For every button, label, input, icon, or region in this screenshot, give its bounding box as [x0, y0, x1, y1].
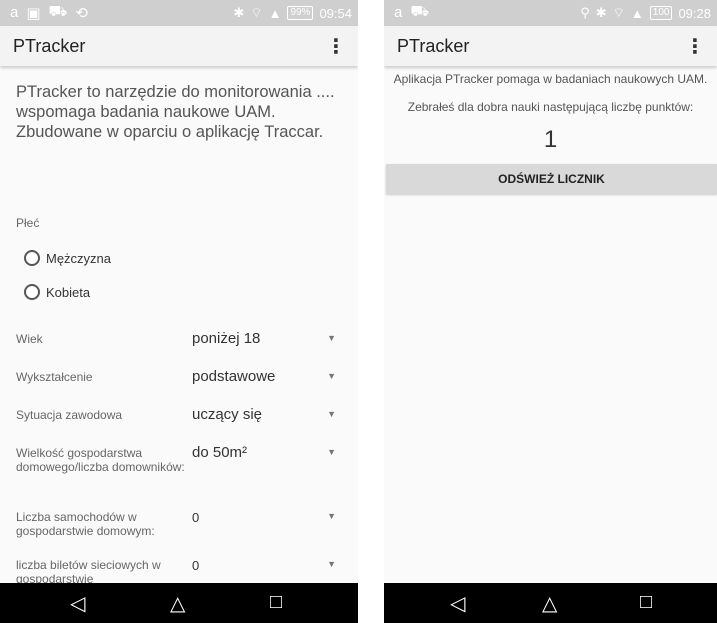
age-value[interactable]: poniżej 18 [192, 330, 260, 347]
dropdown-arrow-icon[interactable]: ▼ [327, 333, 336, 343]
bluetooth-icon: ✱ [233, 5, 245, 20]
intro-text: PTracker to narzędzie do monitorowania .… [16, 83, 335, 141]
points-panel: Aplikacja PTracker pomaga w badaniach na… [384, 66, 717, 583]
radio-male-label: Mężczyzna [46, 250, 112, 266]
signal-icon: ▲ [630, 5, 644, 21]
battery-icon: 99% [287, 6, 314, 20]
recent-apps-icon[interactable]: □ [640, 591, 652, 614]
age-label: Wiek [16, 332, 43, 346]
bluetooth-icon: ✱ [595, 5, 607, 20]
sync-icon: ⟲ [75, 4, 88, 22]
phone-screen-survey: a ▣ ⛟ ⟲ ✱ ⌔ ▲ 99% 09:54 PTracker ⋮ PTrac… [0, 0, 358, 623]
clock: 09:54 [319, 5, 352, 21]
points-counter: 1 [543, 126, 558, 153]
app-title: PTracker [397, 36, 470, 56]
household-size-value[interactable]: do 50m² [192, 444, 247, 461]
radio-female-label: Kobieta [46, 284, 91, 300]
dropdown-arrow-icon[interactable]: ▼ [327, 511, 336, 521]
refresh-counter-button[interactable]: ODŚWIEŻ LICZNIK [386, 164, 717, 194]
tickets-label: liczba biletów sieciowych w gospodarstwi… [16, 558, 161, 583]
back-icon[interactable]: ◁ [450, 591, 465, 616]
app-bar: PTracker ⋮ [0, 26, 358, 66]
app-bar: PTracker ⋮ [384, 26, 717, 66]
cars-value[interactable]: 0 [192, 510, 199, 525]
household-size-label: Wielkość gospodarstwa domowego/liczba do… [16, 446, 185, 474]
home-icon[interactable]: △ [542, 591, 557, 616]
dropdown-arrow-icon[interactable]: ▼ [327, 559, 336, 569]
dropdown-arrow-icon[interactable]: ▼ [327, 447, 336, 457]
location-icon: ⚲ [580, 5, 590, 20]
survey-form: PTracker to narzędzie do monitorowania .… [0, 66, 358, 583]
notification-icon: ▣ [26, 4, 41, 22]
status-bar: a ▣ ⛟ ⟲ ✱ ⌔ ▲ 99% 09:54 [0, 0, 358, 26]
points-label: Zebrałeś dla dobra nauki następującą lic… [407, 100, 694, 114]
employment-label: Sytuacja zawodowa [16, 408, 123, 422]
radio-male[interactable]: Mężczyzna [24, 250, 111, 266]
clock: 09:28 [678, 5, 711, 21]
navigation-bar: ◁ △ □ [384, 583, 717, 623]
radio-female[interactable]: Kobieta [24, 284, 90, 300]
android-icon: ⛟ [48, 3, 68, 20]
tickets-value[interactable]: 0 [192, 558, 199, 573]
battery-icon: 100 [649, 6, 673, 20]
radio-button-icon[interactable] [24, 284, 40, 300]
education-label: Wykształcenie [16, 370, 93, 384]
app-icon: a [10, 4, 19, 21]
radio-button-icon[interactable] [24, 250, 40, 266]
education-value[interactable]: podstawowe [192, 368, 275, 385]
app-icon: a [394, 4, 403, 21]
app-title: PTracker [13, 36, 86, 56]
wifi-icon: ⌔ [612, 5, 625, 20]
status-bar: a ⛟ ⚲ ✱ ⌔ ▲ 100 09:28 [384, 0, 717, 26]
dropdown-arrow-icon[interactable]: ▼ [327, 409, 336, 419]
overflow-menu-icon[interactable]: ⋮ [326, 34, 346, 59]
employment-value[interactable]: uczący się [192, 406, 262, 423]
signal-icon: ▲ [268, 5, 282, 21]
gender-label: Płeć [16, 216, 40, 230]
overflow-menu-icon[interactable]: ⋮ [685, 34, 705, 59]
cars-label: Liczba samochodów w gospodarstwie domowy… [16, 510, 155, 538]
wifi-icon: ⌔ [250, 5, 263, 20]
back-icon[interactable]: ◁ [70, 591, 85, 616]
navigation-bar: ◁ △ □ [0, 583, 358, 623]
home-icon[interactable]: △ [170, 591, 185, 616]
recent-apps-icon[interactable]: □ [270, 591, 282, 614]
phone-screen-points: a ⛟ ⚲ ✱ ⌔ ▲ 100 09:28 PTracker ⋮ Aplikac… [384, 0, 717, 623]
info-text: Aplikacja PTracker pomaga w badaniach na… [393, 72, 708, 86]
dropdown-arrow-icon[interactable]: ▼ [327, 371, 336, 381]
android-icon: ⛟ [410, 3, 430, 20]
